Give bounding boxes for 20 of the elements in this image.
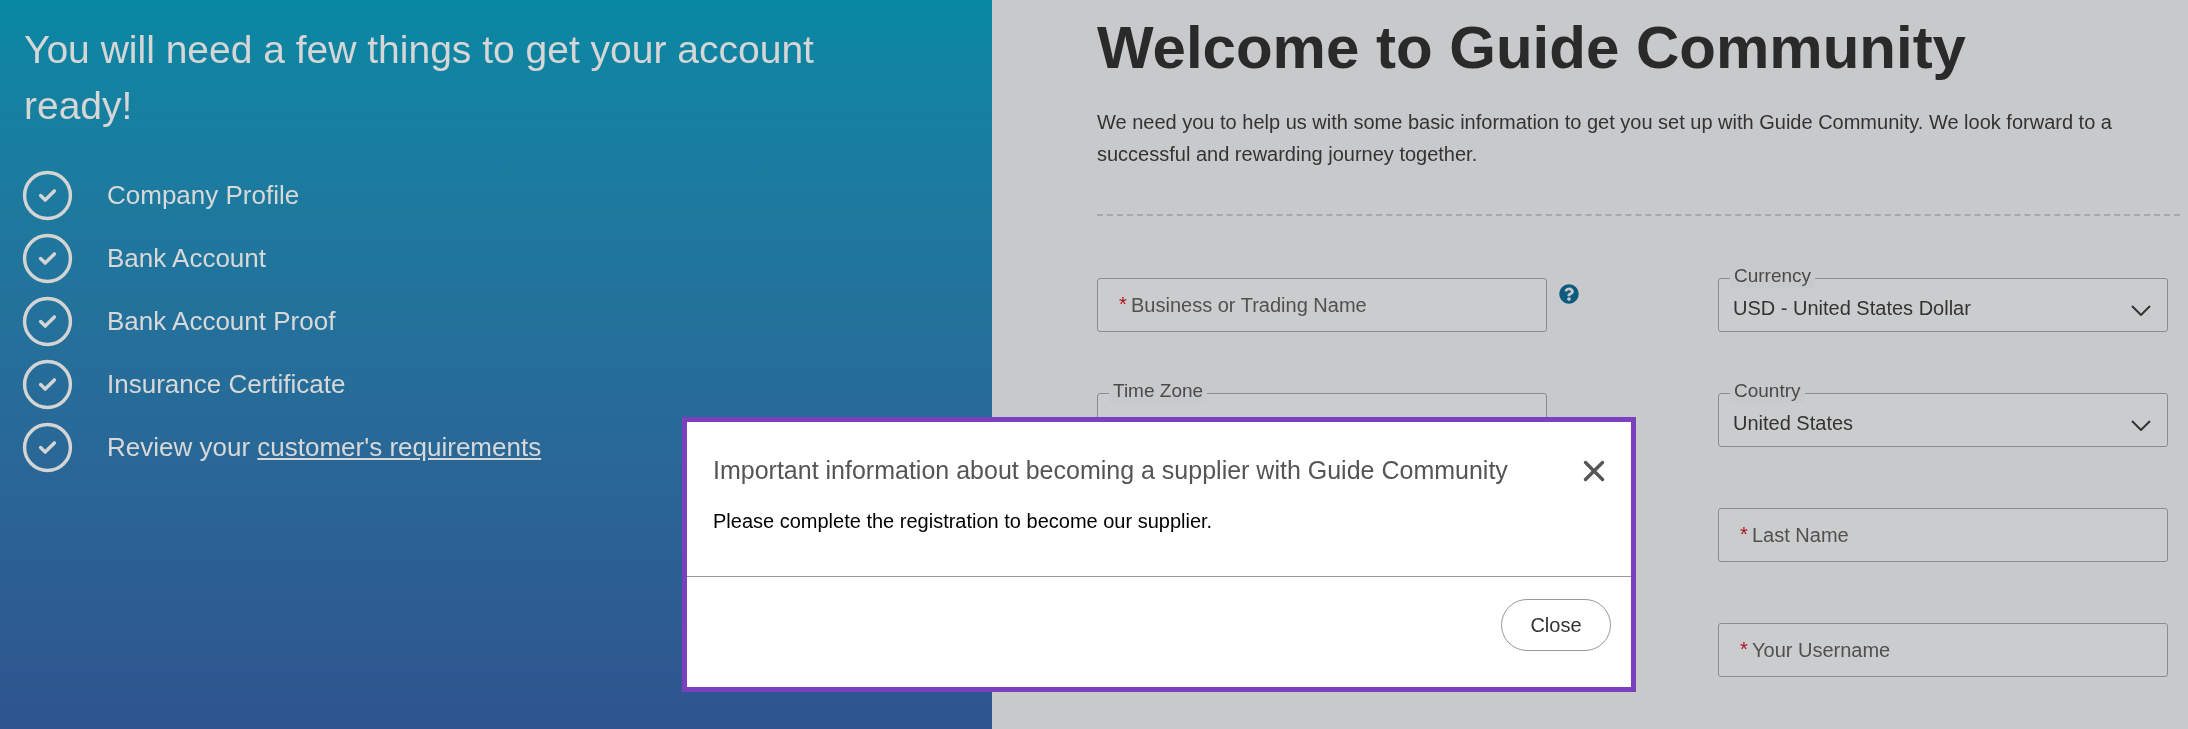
- dialog-title: Important information about becoming a supplier with Guide Community: [713, 455, 1508, 486]
- required-mark: *: [1740, 637, 1748, 661]
- chevron-icon: [2131, 419, 2151, 431]
- sidebar-heading: You will need a few things to get your account ready!: [24, 27, 815, 129]
- intro-text: We need you to help us with some basic information to get you set up with Guide Community. We look forward to a successful and rewarding journey together.: [1097, 110, 2113, 167]
- checklist-item: Bank Account: [107, 242, 266, 275]
- select-value: United States: [1733, 411, 1854, 436]
- checklist-item: Review your customer's requirements: [107, 431, 542, 464]
- close-button[interactable]: Close: [1501, 598, 1611, 651]
- chevron-icon: [2131, 304, 2151, 316]
- checklist-item: Bank Account Proof: [107, 305, 336, 338]
- checklist-item: Insurance Certificate: [107, 368, 346, 401]
- required-mark: *: [1119, 292, 1127, 316]
- help-icon[interactable]: [1559, 284, 1579, 304]
- page-title: Welcome to Guide Community: [1097, 13, 1967, 83]
- checklist-item: Company Profile: [107, 179, 300, 212]
- required-mark: *: [1740, 522, 1748, 546]
- requirements-link[interactable]: customer's requirements: [257, 432, 542, 462]
- select-value: USD - United States Dollar: [1733, 296, 1971, 321]
- dialog-message: Please complete the registration to become our supplier.: [712, 508, 1214, 534]
